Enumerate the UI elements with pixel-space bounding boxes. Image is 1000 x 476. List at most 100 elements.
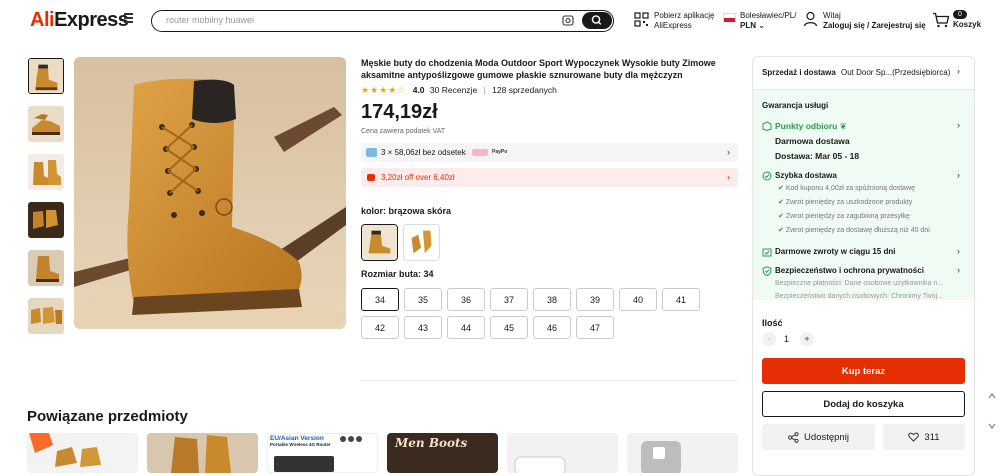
check-icon: ✔ (778, 227, 786, 234)
gallery-thumbnail[interactable] (28, 298, 64, 334)
color-option-selected[interactable] (361, 224, 398, 261)
cart-icon[interactable] (932, 12, 950, 28)
installment-icon (366, 148, 377, 157)
gallery-thumbnail[interactable] (28, 202, 64, 238)
chevron-down-icon: ⌄ (758, 21, 765, 30)
check-icon: ✔ (778, 185, 786, 192)
reviews-link[interactable]: 30 Recenzje (430, 85, 477, 95)
chevron-right-icon[interactable]: › (957, 265, 960, 275)
fast-delivery-item: ✔ Kod kuponu 4,00zł za spóźnioną dostawę (778, 185, 916, 192)
check-icon: ✔ (778, 199, 786, 206)
store-link[interactable]: Out Door Sp...(Przedsiębiorca) (841, 68, 950, 77)
account-link[interactable]: Witaj Zaloguj się / Zarejestruj się (823, 11, 926, 31)
main-product-image[interactable] (74, 57, 346, 329)
security-line: Bezpieczne płatności: Dane osobowe użytk… (775, 280, 944, 287)
search-input[interactable]: router mobilny huawei (166, 15, 254, 25)
chevron-right-icon[interactable]: › (957, 170, 960, 180)
qr-code-icon[interactable] (634, 12, 649, 27)
quantity-label: Ilość (762, 318, 783, 328)
aliexpress-logo[interactable]: AliExpress (30, 9, 129, 32)
chevron-right-icon: › (957, 66, 960, 76)
fast-delivery-title[interactable]: Szybka dostawa (775, 171, 837, 180)
search-bar[interactable]: router mobilny huawei (151, 10, 614, 32)
gallery-thumbnail[interactable] (28, 250, 64, 286)
cart-label[interactable]: Koszyk (953, 20, 981, 30)
size-option-46[interactable]: 46 (533, 316, 571, 339)
fast-delivery-item: ✔ Zwrot pieniędzy za zagubioną przesyłkę (778, 213, 910, 220)
divider (753, 89, 974, 90)
related-item-card[interactable] (507, 433, 618, 473)
klarna-logo (472, 149, 488, 156)
cart-count-badge: 0 (953, 10, 967, 19)
quantity-decrease-button[interactable]: - (762, 332, 776, 346)
vat-note: Cena zawiera podatek VAT (361, 128, 446, 135)
fast-delivery-list: ✔ Kod kuponu 4,00zł za spóźnioną dostawę… (778, 184, 930, 240)
size-option-37[interactable]: 37 (490, 288, 528, 311)
search-button[interactable] (582, 12, 612, 29)
share-button[interactable]: Udostępnij (762, 424, 875, 450)
sold-count: 128 sprzedanych (492, 85, 557, 95)
size-option-45[interactable]: 45 (490, 316, 528, 339)
shield-icon (762, 266, 772, 276)
security-title[interactable]: Bezpieczeństwo i ochrona prywatności (775, 266, 924, 275)
region-selector[interactable]: Bolesławiec/PL/ PLN ⌄ (740, 11, 796, 31)
buy-now-button[interactable]: Kup teraz (762, 358, 965, 384)
gallery-thumbnail[interactable] (28, 106, 64, 142)
product-price: 174,19zł (361, 101, 438, 123)
size-option-34[interactable]: 34 (361, 288, 399, 311)
size-row-1: 34 35 36 37 38 39 40 41 (361, 288, 700, 311)
gallery-thumbnail[interactable] (28, 154, 64, 190)
free-returns[interactable]: Darmowe zwroty w ciągu 15 dni (775, 247, 895, 256)
related-item-card[interactable] (147, 433, 258, 473)
menu-icon[interactable] (124, 13, 133, 23)
color-option[interactable] (403, 224, 440, 261)
delivery-date: Dostawa: Mar 05 - 18 (775, 151, 860, 161)
free-delivery: Darmowa dostawa (775, 136, 850, 146)
size-option-39[interactable]: 39 (576, 288, 614, 311)
image-search-icon[interactable] (562, 15, 574, 26)
size-option-42[interactable]: 42 (361, 316, 399, 339)
quantity-value[interactable]: 1 (784, 334, 789, 344)
product-title: Męskie buty do chodzenia Moda Outdoor Sp… (361, 58, 716, 80)
chevron-right-icon[interactable]: › (957, 120, 960, 130)
installment-banner[interactable]: 3 × 58,06zł bez odsetek PayPo › (361, 143, 738, 162)
size-option-38[interactable]: 38 (533, 288, 571, 311)
size-option-36[interactable]: 36 (447, 288, 485, 311)
security-line: Bezpieczeństwo danych osobowych: Chronim… (775, 293, 943, 300)
size-label: Rozmiar buta: 34 (361, 269, 434, 279)
add-to-cart-button[interactable]: Dodaj do koszyka (762, 391, 965, 417)
size-option-44[interactable]: 44 (447, 316, 485, 339)
rating-stars: ★★★★☆ (361, 85, 407, 95)
size-option-35[interactable]: 35 (404, 288, 442, 311)
quantity-increase-button[interactable]: + (800, 332, 814, 346)
wishlist-button[interactable]: 311 (883, 424, 965, 450)
scroll-up-icon[interactable] (988, 392, 996, 400)
chevron-right-icon: › (727, 172, 730, 182)
coupon-banner[interactable]: 3,20zł off over 6,40zł › (361, 168, 738, 187)
divider (361, 380, 738, 381)
size-option-41[interactable]: 41 (662, 288, 700, 311)
chevron-right-icon: › (727, 147, 730, 157)
heart-icon (908, 432, 920, 442)
free-returns-icon (762, 248, 772, 257)
related-items-title: Powiązane przedmioty (27, 408, 188, 425)
size-option-47[interactable]: 47 (576, 316, 614, 339)
related-item-card[interactable] (627, 433, 738, 473)
chevron-right-icon[interactable]: › (957, 246, 960, 256)
size-row-2: 42 43 44 45 46 47 (361, 316, 614, 339)
size-option-43[interactable]: 43 (404, 316, 442, 339)
related-item-card[interactable]: Men Boots (387, 433, 498, 473)
related-item-card[interactable]: EU/Asian Version Portable Wireless 4G Ro… (267, 433, 378, 473)
paypo-logo: PayPo (492, 149, 508, 155)
gallery-thumbnail[interactable] (28, 58, 64, 94)
size-option-40[interactable]: 40 (619, 288, 657, 311)
check-icon: ✔ (778, 213, 786, 220)
top-header: AliExpress router mobilny huawei Pobierz… (0, 0, 1000, 44)
fast-delivery-icon (762, 171, 772, 181)
related-item-card[interactable] (27, 433, 138, 473)
user-icon[interactable] (803, 11, 818, 27)
guarantee-title: Gwarancja usługi (762, 101, 829, 110)
app-download-link[interactable]: Pobierz aplikację AliExpress (654, 11, 714, 31)
pickup-points-link[interactable]: Punkty odbioru ❦ (775, 121, 847, 132)
scroll-down-icon[interactable] (988, 422, 996, 430)
